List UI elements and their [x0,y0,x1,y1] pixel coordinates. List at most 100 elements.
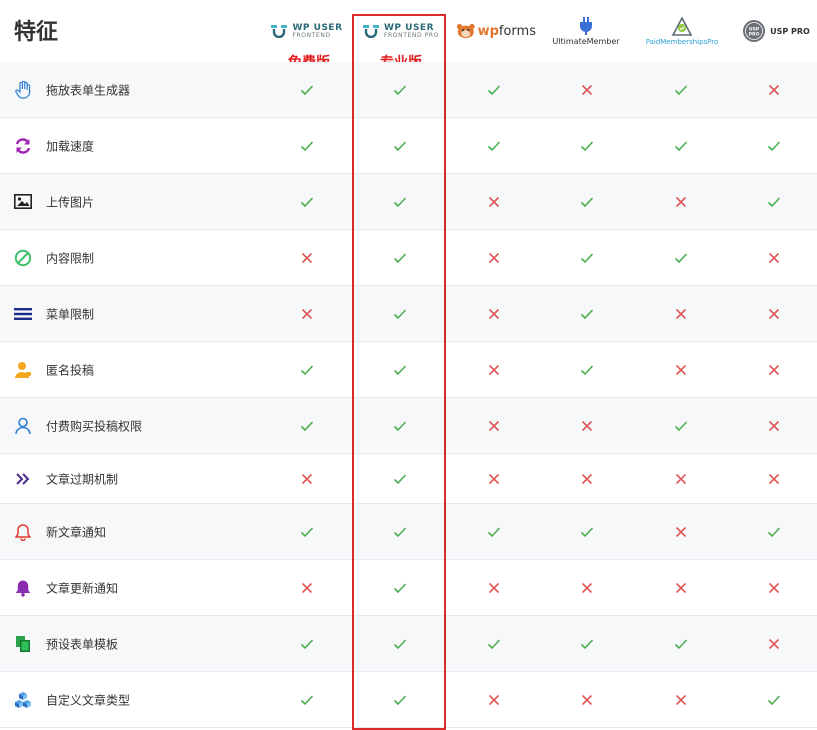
check-icon [392,306,408,322]
brand-wpforms: wpforms [456,14,536,48]
cross-icon [486,194,502,210]
cross-icon [766,250,782,266]
check-icon [486,636,502,652]
table-row: 拖放表单生成器 [0,62,817,118]
image-icon [14,193,32,211]
cross-icon [766,580,782,596]
feature-label: 内容限制 [46,251,95,265]
check-icon [766,194,782,210]
cross-icon [579,418,595,434]
table-row: 上传图片 [0,174,817,230]
check-icon [392,418,408,434]
check-icon [766,138,782,154]
check-icon [486,138,502,154]
check-icon [392,636,408,652]
cross-icon [766,306,782,322]
feature-label: 加载速度 [46,139,95,153]
feature-label: 拖放表单生成器 [46,83,131,97]
check-icon [299,524,315,540]
check-icon [392,138,408,154]
wpuf-subname: FRONTEND [292,31,331,39]
check-icon [673,250,689,266]
wpuf-logo-icon [271,25,288,38]
check-icon [299,194,315,210]
check-icon [392,580,408,596]
check-icon [673,418,689,434]
wpforms-bear-icon [456,23,475,39]
cross-icon [486,471,502,487]
check-icon [673,82,689,98]
cross-icon [673,580,689,596]
cross-icon [299,580,315,596]
cross-icon [486,692,502,708]
check-icon [392,471,408,487]
table-row: 新文章通知 [0,504,817,560]
cross-icon [579,82,595,98]
usp-pro-seal-icon: USP PRO [743,20,766,42]
paid-memberships-pro-name: PaidMembershipsPro [645,37,719,46]
cross-icon [299,250,315,266]
svg-text:PRO: PRO [749,32,760,38]
copy-icon [14,635,32,653]
bell-outline-icon [14,523,32,541]
feature-label: 新文章通知 [46,525,107,539]
check-icon [579,306,595,322]
check-icon [392,194,408,210]
feature-label: 上传图片 [46,195,95,209]
cross-icon [299,306,315,322]
check-icon [299,418,315,434]
feature-label: 自定义文章类型 [46,693,131,707]
cross-icon [673,692,689,708]
check-icon [673,138,689,154]
feature-label: 预设表单模板 [46,637,119,651]
check-icon [392,524,408,540]
cross-icon [766,82,782,98]
feature-label: 文章过期机制 [46,472,119,486]
cross-icon [673,362,689,378]
user-icon [14,361,32,379]
table-row: 文章更新通知 [0,560,817,616]
table-header: 特征 WP USER FRONTEND WP USER FRONTEND PRO… [0,0,817,71]
cross-icon [579,580,595,596]
cross-icon [486,580,502,596]
check-icon [392,692,408,708]
table-row: 加载速度 [0,118,817,174]
check-icon [766,524,782,540]
table-row: 匿名投稿 [0,342,817,398]
cross-icon [766,636,782,652]
check-icon [486,524,502,540]
check-icon [392,250,408,266]
cross-icon [673,194,689,210]
brand-wp-user-frontend: WP USER FRONTEND [268,14,346,48]
cross-icon [486,306,502,322]
wpuf-pro-subname: FRONTEND PRO [383,31,439,39]
check-icon [299,362,315,378]
bell-icon [14,579,32,597]
check-icon [299,82,315,98]
ultimate-member-logo-icon [580,16,592,35]
check-icon [579,524,595,540]
wpforms-wordmark: wpforms [477,23,536,39]
cross-icon [579,471,595,487]
double-chevron-icon [14,470,32,488]
ban-icon [14,249,32,267]
hand-icon [14,80,32,99]
cross-icon [766,471,782,487]
check-icon [299,692,315,708]
check-icon [579,362,595,378]
cross-icon [299,471,315,487]
page-title: 特征 [14,20,59,45]
user-outline-icon [14,417,32,435]
cubes-icon [14,691,32,709]
table-row: 自定义文章类型 [0,672,817,728]
ultimate-member-name: UltimateMember [552,36,620,46]
brand-ultimate-member: UltimateMember [548,14,624,48]
paid-memberships-pro-logo-icon [671,16,693,36]
feature-label: 文章更新通知 [46,581,119,595]
check-icon [579,250,595,266]
cross-icon [486,362,502,378]
check-icon [486,82,502,98]
check-icon [579,138,595,154]
brand-usp-pro: USP PRO USP PRO [738,14,814,48]
check-icon [766,692,782,708]
